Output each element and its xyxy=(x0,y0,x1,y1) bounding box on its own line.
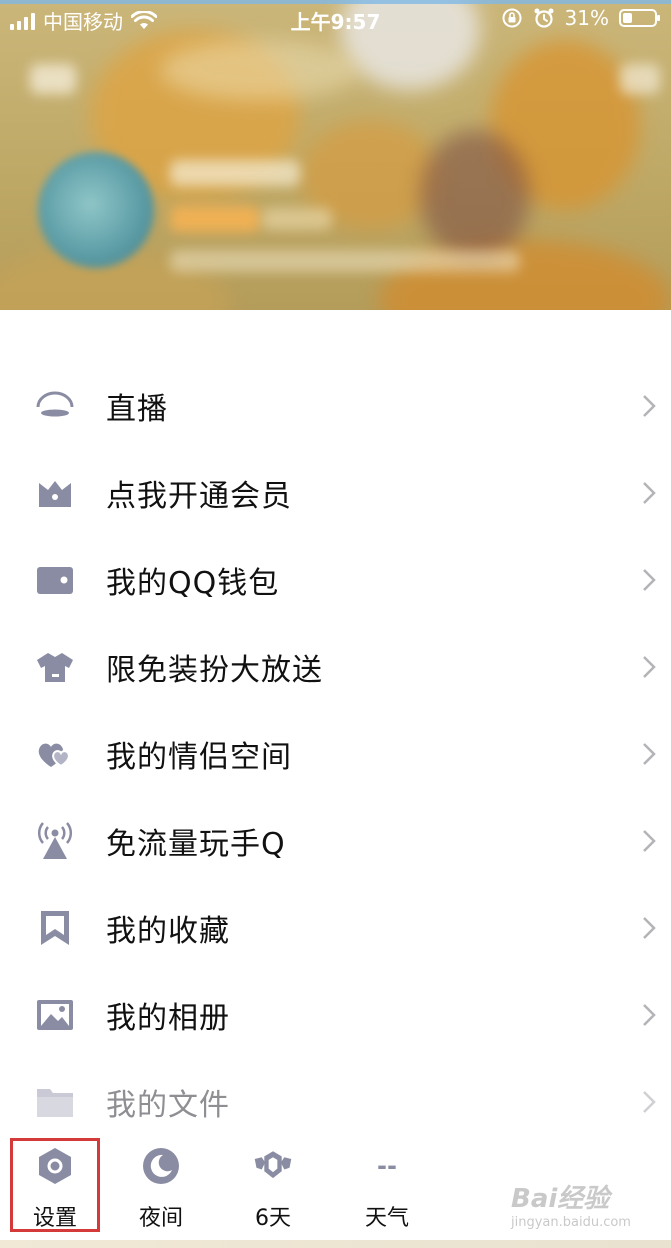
weather-value: -- xyxy=(377,1152,397,1180)
settings-button[interactable]: 设置 xyxy=(10,1138,100,1232)
streak-days-button[interactable]: 6天 xyxy=(228,1138,318,1232)
blurred-signature xyxy=(170,250,520,272)
night-mode-button[interactable]: 夜间 xyxy=(116,1138,206,1232)
menu-item-album[interactable]: 我的相册 xyxy=(0,971,671,1058)
menu-item-label: 我的相册 xyxy=(106,1000,230,1036)
weather-label: 天气 xyxy=(364,1206,409,1231)
menu-item-files[interactable]: 我的文件 xyxy=(0,1058,671,1145)
chevron-right-icon xyxy=(643,481,656,504)
chevron-right-icon xyxy=(643,916,656,939)
rotation-lock-icon xyxy=(502,8,522,28)
watermark: Bai经验 jingyan.baidu.com xyxy=(511,1178,641,1238)
chevron-right-icon xyxy=(643,1003,656,1026)
menu-item-vip[interactable]: 点我开通会员 xyxy=(0,449,671,536)
watermark-brand: Bai经验 xyxy=(511,1184,610,1214)
days-label: 6天 xyxy=(255,1206,291,1231)
battery-percent: 31% xyxy=(564,6,609,30)
chevron-right-icon xyxy=(643,1090,656,1113)
moon-icon xyxy=(141,1146,181,1186)
menu-item-label: 我的文件 xyxy=(106,1087,230,1123)
chevron-right-icon xyxy=(643,829,656,852)
wallet-icon xyxy=(35,560,75,600)
live-icon xyxy=(35,386,75,426)
menu-item-label: 我的收藏 xyxy=(106,913,230,949)
crown-icon xyxy=(35,473,75,513)
menu-item-live[interactable]: 直播 xyxy=(0,362,671,449)
winged-badge-icon xyxy=(253,1146,293,1186)
menu-item-wallet[interactable]: 我的QQ钱包 xyxy=(0,536,671,623)
chevron-right-icon xyxy=(643,655,656,678)
blurred-vip-badge xyxy=(170,206,260,232)
blurred-nickname xyxy=(170,160,300,186)
alarm-icon xyxy=(534,8,554,28)
chevron-right-icon xyxy=(643,568,656,591)
antenna-icon xyxy=(35,821,75,861)
menu-item-free-data[interactable]: 免流量玩手Q xyxy=(0,797,671,884)
night-label: 夜间 xyxy=(138,1206,183,1231)
side-menu: 直播 点我开通会员 我的QQ钱包 限免装扮大放送 我的情侣空间 免流量玩手Q 我… xyxy=(0,362,671,1145)
hearts-icon xyxy=(35,734,75,774)
battery-icon xyxy=(619,9,660,27)
profile-header[interactable] xyxy=(0,0,671,310)
folder-icon xyxy=(35,1082,75,1122)
menu-item-label: 限免装扮大放送 xyxy=(106,652,323,688)
menu-item-label: 我的情侣空间 xyxy=(106,739,292,775)
blurred-top-right-icon xyxy=(620,64,660,94)
menu-item-couple-space[interactable]: 我的情侣空间 xyxy=(0,710,671,797)
settings-icon xyxy=(35,1146,75,1186)
weather-button[interactable]: -- 天气 xyxy=(342,1138,432,1232)
menu-item-outfit[interactable]: 限免装扮大放送 xyxy=(0,623,671,710)
menu-item-label: 免流量玩手Q xyxy=(106,826,286,862)
shirt-icon xyxy=(35,647,75,687)
menu-item-label: 我的QQ钱包 xyxy=(106,565,280,601)
blurred-level xyxy=(262,208,332,230)
avatar[interactable] xyxy=(38,152,154,268)
chevron-right-icon xyxy=(643,742,656,765)
blurred-qr-icon xyxy=(30,64,76,94)
status-bar: 中国移动 上午9:57 31% xyxy=(0,0,671,38)
settings-label: 设置 xyxy=(32,1206,77,1231)
bookmark-icon xyxy=(35,908,75,948)
chevron-right-icon xyxy=(643,394,656,417)
menu-item-favorites[interactable]: 我的收藏 xyxy=(0,884,671,971)
photo-icon xyxy=(35,995,75,1035)
menu-item-label: 直播 xyxy=(106,391,168,427)
bottom-strip xyxy=(0,1240,671,1248)
menu-item-label: 点我开通会员 xyxy=(106,478,292,514)
watermark-url: jingyan.baidu.com xyxy=(511,1215,631,1230)
